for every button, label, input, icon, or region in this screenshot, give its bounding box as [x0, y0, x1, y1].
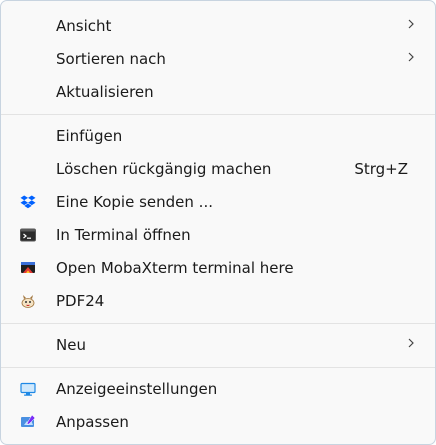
mobaxterm-icon	[21, 262, 35, 273]
chevron-right-icon	[408, 19, 414, 29]
menu-item-send-copy-label: Eine Kopie senden ...	[56, 193, 213, 211]
terminal-icon	[20, 228, 36, 242]
display-icon	[20, 382, 36, 396]
pdf24-icon	[21, 295, 35, 308]
menu-item-paste[interactable]: Einfügen	[5, 120, 431, 153]
menu-item-sort-by-label: Sortieren nach	[56, 50, 166, 68]
menu-item-refresh[interactable]: Aktualisieren	[5, 76, 431, 109]
menu-item-open-terminal-label: In Terminal öffnen	[56, 226, 191, 244]
menu-item-send-copy[interactable]: Eine Kopie senden ...	[5, 186, 431, 219]
menu-item-view[interactable]: Ansicht	[5, 10, 431, 43]
menu-item-new[interactable]: Neu	[5, 329, 431, 362]
menu-separator	[1, 367, 435, 368]
menu-item-display-settings[interactable]: Anzeigeeinstellungen	[5, 373, 431, 406]
menu-item-mobaxterm[interactable]: Open MobaXterm terminal here	[5, 252, 431, 285]
chevron-right-icon	[408, 338, 414, 348]
menu-item-display-settings-label: Anzeigeeinstellungen	[56, 380, 218, 398]
menu-separator	[1, 323, 435, 324]
menu-item-sort-by[interactable]: Sortieren nach	[5, 43, 431, 76]
menu-item-personalize[interactable]: Anpassen	[5, 406, 431, 439]
menu-item-view-label: Ansicht	[56, 17, 112, 35]
menu-item-refresh-label: Aktualisieren	[56, 83, 154, 101]
menu-item-pdf24[interactable]: PDF24	[5, 285, 431, 318]
desktop-context-menu: Ansicht Sortieren nach Aktualisieren Ein…	[0, 0, 436, 445]
menu-item-mobaxterm-label: Open MobaXterm terminal here	[56, 259, 294, 277]
menu-item-personalize-label: Anpassen	[56, 413, 129, 431]
shortcut-hint: Strg+Z	[354, 160, 408, 178]
menu-item-new-label: Neu	[56, 336, 86, 354]
menu-item-open-terminal[interactable]: In Terminal öffnen	[5, 219, 431, 252]
menu-item-paste-label: Einfügen	[56, 127, 123, 145]
personalize-icon	[21, 414, 36, 427]
menu-separator	[1, 114, 435, 115]
dropbox-icon	[20, 195, 36, 209]
menu-item-undo-delete[interactable]: Löschen rückgängig machen Strg+Z	[5, 153, 431, 186]
menu-item-undo-delete-label: Löschen rückgängig machen	[56, 160, 272, 178]
menu-item-pdf24-label: PDF24	[56, 292, 105, 310]
chevron-right-icon	[408, 52, 414, 62]
